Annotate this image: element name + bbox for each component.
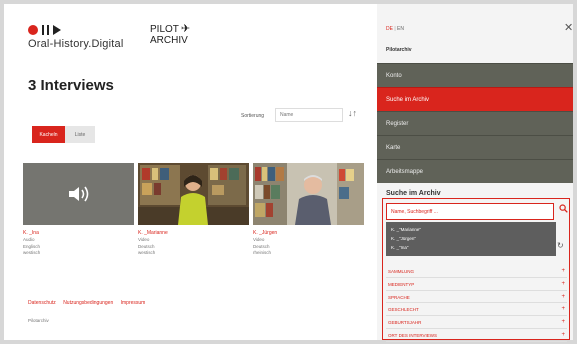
lang-de[interactable]: DE bbox=[386, 26, 393, 32]
footer-link-impressum[interactable]: Impressum bbox=[121, 300, 146, 306]
close-icon[interactable]: ✕ bbox=[564, 21, 573, 34]
plus-icon: + bbox=[561, 293, 565, 300]
interview-photo bbox=[253, 163, 364, 225]
plus-icon: + bbox=[561, 319, 565, 326]
pilot-label: PILOT bbox=[150, 24, 179, 35]
pause-icon bbox=[42, 24, 49, 35]
facet-label: MEDIENTYP bbox=[388, 281, 415, 287]
list-view-button[interactable]: Liste bbox=[65, 126, 95, 143]
lang-en[interactable]: EN bbox=[397, 26, 404, 32]
plus-icon: + bbox=[561, 306, 565, 313]
interview-card[interactable]: K. _Jürgen Video Deutsch rheinisch bbox=[253, 163, 364, 257]
interview-meta: Audio Englisch westisch bbox=[23, 237, 134, 257]
autocomplete-dropdown: K. _"Marianne" K. _"Jürgen" K. _"Ina" bbox=[386, 222, 556, 256]
archiv-label: ARCHIV bbox=[150, 35, 188, 46]
plus-icon: + bbox=[561, 331, 565, 338]
facet-sammlung[interactable]: SAMMLUNG + bbox=[386, 265, 567, 278]
interview-name[interactable]: K. _Ina bbox=[23, 230, 134, 236]
language-switcher: DE | EN bbox=[386, 26, 404, 32]
footer-link-datenschutz[interactable]: Datenschutz bbox=[28, 300, 56, 306]
facet-geschlecht[interactable]: GESCHLECHT + bbox=[386, 303, 567, 317]
main-content: Oral-History.Digital PILOT ✈ ARCHIV 3 Int… bbox=[4, 4, 377, 340]
logo-marks bbox=[28, 24, 123, 35]
record-dot-icon bbox=[28, 24, 38, 35]
speaker-icon bbox=[68, 186, 88, 202]
lang-separator: | bbox=[394, 26, 396, 32]
suggestion-item[interactable]: K. _"Marianne" bbox=[391, 225, 551, 234]
airplane-icon: ✈ bbox=[180, 23, 191, 35]
search-section-title: Suche im Archiv bbox=[386, 190, 441, 197]
search-icon[interactable] bbox=[557, 204, 569, 218]
facet-sprache[interactable]: SPRACHE + bbox=[386, 291, 567, 304]
footer-link-nutzungsbedingungen[interactable]: Nutzungsbedingungen bbox=[63, 300, 113, 306]
plus-icon: + bbox=[561, 268, 565, 274]
facet-geburtsjahr[interactable]: GEBURTSJAHR + bbox=[386, 316, 567, 329]
audio-thumbnail[interactable] bbox=[23, 163, 134, 225]
sort-label: Sortierung bbox=[241, 113, 265, 119]
sort-select[interactable]: Name bbox=[275, 108, 343, 122]
suggestion-item[interactable]: K. _"Jürgen" bbox=[391, 234, 551, 243]
facet-label: SPRACHE bbox=[388, 294, 410, 300]
play-icon bbox=[53, 24, 61, 35]
facet-list: SAMMLUNG + MEDIENTYP + SPRACHE + GESCHLECHT… bbox=[386, 265, 567, 342]
interview-name[interactable]: K. _Marianne bbox=[138, 230, 249, 236]
search-input[interactable]: Name, Suchbegriff ... bbox=[386, 203, 554, 220]
region: westisch bbox=[138, 250, 156, 255]
video-thumbnail[interactable] bbox=[138, 163, 249, 225]
sort-direction-icon[interactable]: ↓↑ bbox=[348, 108, 357, 118]
video-thumbnail[interactable] bbox=[253, 163, 364, 225]
sidebar: DE | EN ✕ Pilotarchiv Konto Suche im Arc… bbox=[377, 4, 573, 342]
interview-meta: Video Deutsch westisch bbox=[138, 237, 249, 257]
interview-photo bbox=[138, 163, 249, 225]
plus-icon: + bbox=[561, 280, 565, 287]
facet-label: SAMMLUNG bbox=[388, 269, 415, 274]
interview-name[interactable]: K. _Jürgen bbox=[253, 230, 364, 236]
sidebar-menu: Konto Suche im Archiv Register Karte Arb… bbox=[377, 63, 573, 183]
sidebar-item-karte[interactable]: Karte bbox=[377, 135, 573, 159]
sidebar-item-konto[interactable]: Konto bbox=[377, 63, 573, 87]
facet-label: GESCHLECHT bbox=[388, 307, 419, 313]
reset-icon[interactable]: ↻ bbox=[557, 241, 564, 250]
facet-medientyp[interactable]: MEDIENTYP + bbox=[386, 278, 567, 291]
sidebar-item-register[interactable]: Register bbox=[377, 111, 573, 135]
interview-card[interactable]: K. _Marianne Video Deutsch westisch bbox=[138, 163, 249, 257]
interview-card[interactable]: K. _Ina Audio Englisch westisch bbox=[23, 163, 134, 257]
logo[interactable]: Oral-History.Digital bbox=[28, 24, 123, 50]
search-panel: Name, Suchbegriff ... K. _"Marianne" K. … bbox=[382, 198, 570, 342]
facet-ort[interactable]: ORT DES INTERVIEWS + bbox=[386, 329, 567, 342]
footer-links: Datenschutz Nutzungsbedingungen Impressu… bbox=[28, 300, 151, 306]
sidebar-item-arbeitsmappe[interactable]: Arbeitsmappe bbox=[377, 159, 573, 183]
facet-label: ORT DES INTERVIEWS bbox=[388, 332, 438, 338]
suggestion-item[interactable]: K. _"Ina" bbox=[391, 243, 551, 252]
tiles-view-button[interactable]: Kacheln bbox=[32, 126, 65, 143]
interview-meta: Video Deutsch rheinisch bbox=[253, 237, 364, 257]
region: westisch bbox=[23, 250, 41, 255]
pilot-archiv-logo[interactable]: PILOT ✈ ARCHIV bbox=[150, 23, 191, 47]
page-title: 3 Interviews bbox=[28, 77, 114, 94]
footer-archive-name: Pilotarchiv bbox=[28, 318, 49, 323]
view-toggle: Kacheln Liste bbox=[32, 126, 95, 143]
sidebar-subtitle: Pilotarchiv bbox=[386, 47, 412, 53]
sidebar-item-suche[interactable]: Suche im Archiv bbox=[377, 87, 573, 111]
logo-text: Oral-History.Digital bbox=[28, 38, 124, 50]
region: rheinisch bbox=[253, 250, 272, 255]
facet-label: GEBURTSJAHR bbox=[388, 320, 422, 326]
